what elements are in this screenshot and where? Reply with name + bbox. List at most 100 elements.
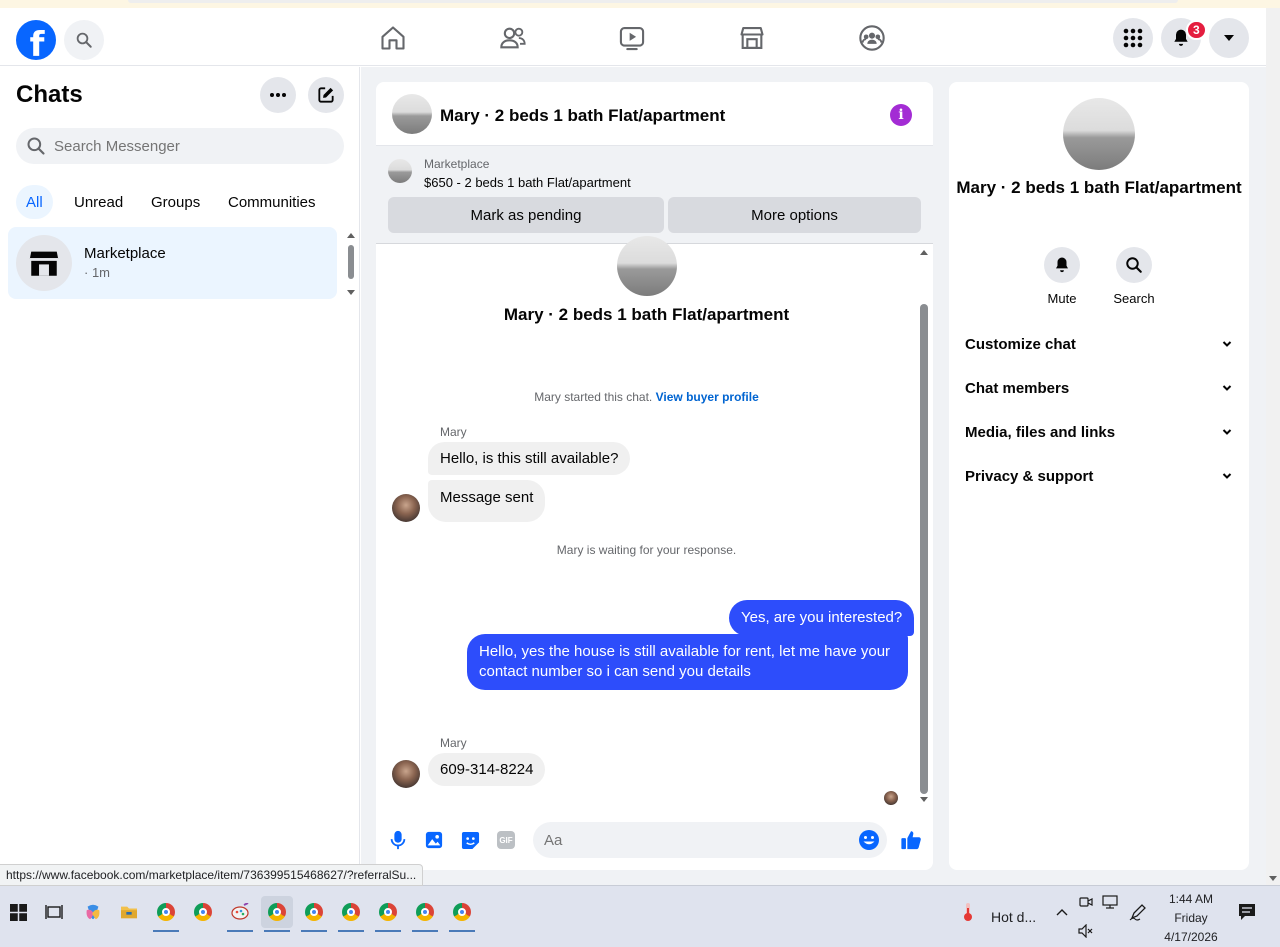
voice-clip-button[interactable]	[388, 830, 408, 850]
media-files-links-section[interactable]: Media, files and links	[965, 418, 1233, 446]
compose-icon	[318, 87, 334, 103]
start-button[interactable]	[2, 896, 34, 928]
info-icon[interactable]: i	[890, 104, 912, 126]
speaker-muted-icon	[1078, 924, 1093, 938]
filter-unread[interactable]: Unread	[64, 185, 133, 219]
chrome-window-2[interactable]	[187, 896, 219, 928]
chrome-window-8[interactable]	[446, 896, 478, 932]
file-explorer-app[interactable]	[113, 896, 145, 928]
gif-button[interactable]: GIF	[496, 830, 516, 850]
facebook-header: f 3	[0, 8, 1266, 66]
sender-avatar[interactable]	[392, 760, 420, 788]
view-buyer-profile-link[interactable]: View buyer profile	[656, 390, 759, 404]
filter-communities[interactable]: Communities	[218, 185, 326, 219]
incoming-message[interactable]: Hello, is this still available?	[428, 442, 631, 475]
grid-menu-icon	[1123, 28, 1143, 48]
listing-photo[interactable]	[392, 94, 432, 134]
thread-scrollbar[interactable]	[917, 244, 931, 804]
chat-list-scrollbar[interactable]	[345, 231, 357, 297]
chat-options-button[interactable]	[260, 77, 296, 113]
emoji-icon[interactable]	[858, 829, 880, 851]
notification-center-icon	[1239, 904, 1255, 920]
more-icon	[270, 93, 286, 97]
chrome-window-6[interactable]	[372, 896, 404, 932]
messenger-search-input[interactable]	[54, 137, 334, 155]
facebook-logo[interactable]: f	[16, 20, 56, 60]
outgoing-message[interactable]: Yes, are you interested?	[729, 600, 915, 636]
windows-taskbar: Hot d... 1:44 AM Friday 4/17/2026	[0, 885, 1280, 947]
message-input-wrap[interactable]	[533, 822, 887, 858]
message-input[interactable]	[544, 831, 844, 849]
incoming-message[interactable]: Message sent	[428, 480, 546, 522]
customize-chat-section[interactable]: Customize chat	[965, 330, 1233, 358]
sender-name: Mary	[440, 425, 467, 439]
attach-photo-button[interactable]	[424, 830, 444, 850]
action-center-button[interactable]	[1231, 896, 1263, 928]
chat-name: Marketplace	[84, 245, 166, 262]
clock-date: 4/17/2026	[1164, 930, 1218, 944]
chrome-window-3-active[interactable]	[261, 896, 293, 932]
chrome-icon	[453, 903, 471, 921]
paint-app[interactable]	[224, 896, 256, 932]
pen-tray[interactable]	[1122, 896, 1154, 928]
details-listing-photo[interactable]	[1063, 98, 1135, 170]
paint-icon	[231, 903, 249, 920]
windows-icon	[9, 903, 27, 921]
outgoing-message[interactable]: Hello, yes the house is still available …	[467, 634, 908, 690]
filter-all[interactable]: All	[16, 185, 53, 219]
search-button[interactable]	[64, 20, 104, 60]
weather-widget[interactable]	[953, 896, 983, 928]
chrome-window-1[interactable]	[150, 896, 182, 932]
chrome-window-7[interactable]	[409, 896, 441, 932]
mark-as-pending-button[interactable]: Mark as pending	[388, 197, 664, 233]
search-conversation-action[interactable]: Search	[1104, 247, 1164, 306]
network-tray[interactable]	[1096, 888, 1124, 916]
copilot-app[interactable]	[77, 896, 109, 928]
details-name: Mary · 2 beds 1 bath Flat/apartment	[956, 178, 1242, 197]
marketplace-icon	[740, 27, 764, 49]
friends-icon	[500, 27, 526, 49]
conversation-title[interactable]: Mary · 2 beds 1 bath Flat/apartment	[440, 106, 725, 126]
new-message-button[interactable]	[308, 77, 344, 113]
nav-marketplace[interactable]	[730, 18, 774, 58]
thread-listing-photo	[617, 236, 677, 296]
sender-avatar[interactable]	[392, 494, 420, 522]
browser-top-strip	[0, 0, 1280, 8]
sender-name: Mary	[440, 736, 467, 750]
filter-groups[interactable]: Groups	[141, 185, 210, 219]
photo-icon	[425, 831, 443, 849]
listing-price[interactable]: $650 - 2 beds 1 bath Flat/apartment	[424, 175, 631, 190]
section-label: Privacy & support	[965, 467, 1094, 485]
notification-badge: 3	[1186, 20, 1207, 40]
system-clock[interactable]: 1:44 AM Friday 4/17/2026	[1162, 890, 1220, 947]
chrome-window-5[interactable]	[335, 896, 367, 932]
mute-action[interactable]: Mute	[1032, 247, 1092, 306]
window-scrollbar[interactable]	[1266, 8, 1280, 885]
nav-groups[interactable]	[850, 18, 894, 58]
more-options-button[interactable]: More options	[668, 197, 921, 233]
sticker-button[interactable]	[460, 830, 480, 850]
privacy-support-section[interactable]: Privacy & support	[965, 462, 1233, 490]
chrome-icon	[194, 903, 212, 921]
chat-row-marketplace[interactable]: Marketplace · 1m	[8, 227, 337, 299]
chrome-icon	[268, 903, 286, 921]
video-icon	[619, 27, 645, 51]
nav-video[interactable]	[610, 18, 654, 58]
sticker-icon	[461, 831, 479, 849]
incoming-message[interactable]: 609-314-8224	[428, 753, 546, 786]
chat-members-section[interactable]: Chat members	[965, 374, 1233, 402]
nav-friends[interactable]	[491, 18, 535, 58]
chrome-window-4[interactable]	[298, 896, 330, 932]
like-button[interactable]	[899, 828, 923, 852]
section-label: Customize chat	[965, 335, 1076, 353]
task-view-button[interactable]	[38, 896, 70, 928]
account-button[interactable]	[1209, 18, 1249, 58]
nav-home[interactable]	[371, 18, 415, 58]
menu-button[interactable]	[1113, 18, 1153, 58]
message-composer: GIF	[376, 816, 933, 864]
listing-thumbnail[interactable]	[388, 159, 412, 183]
volume-tray[interactable]	[1072, 917, 1100, 945]
section-label: Media, files and links	[965, 423, 1116, 441]
messenger-search[interactable]	[16, 128, 344, 164]
weather-text[interactable]: Hot d...	[991, 909, 1036, 925]
